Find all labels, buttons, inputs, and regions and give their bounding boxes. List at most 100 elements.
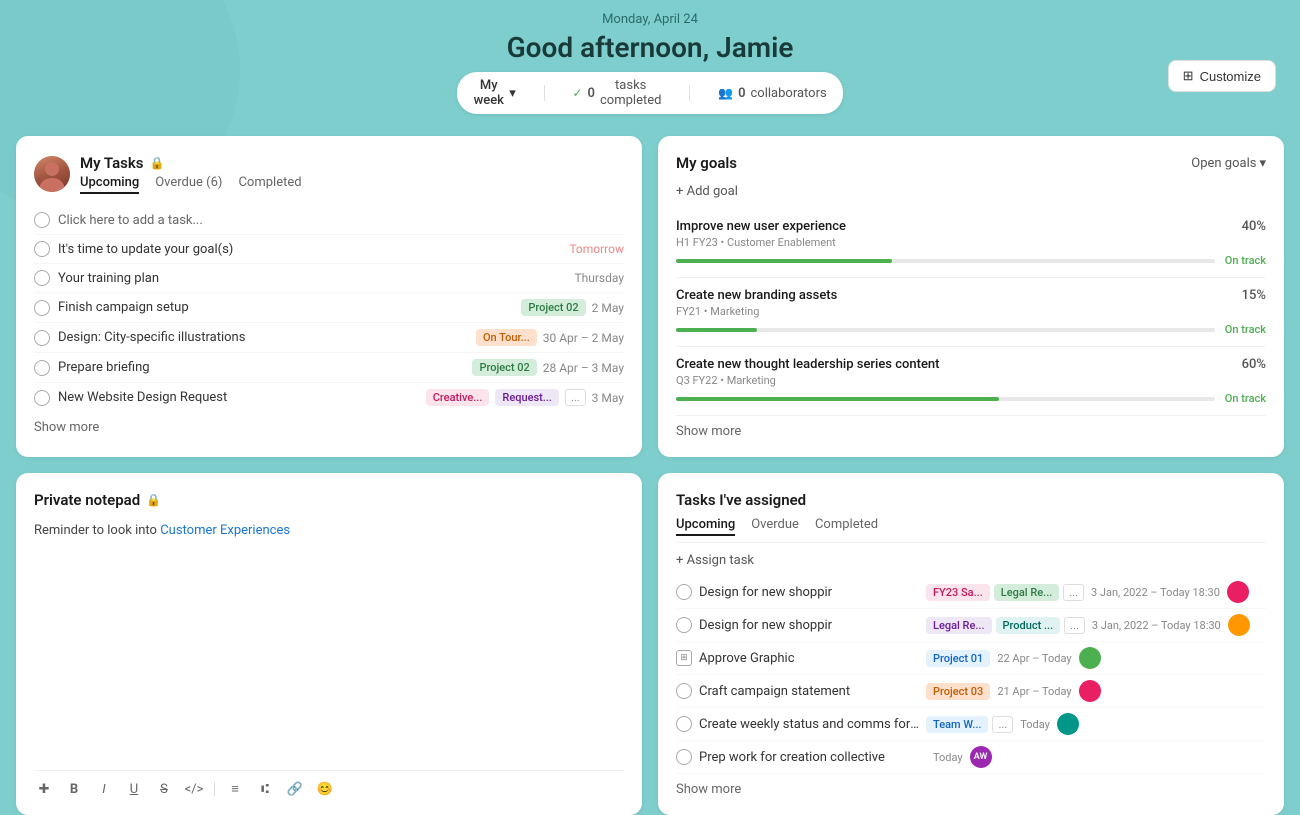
task-name-0: It's time to update your goal(s) [58,242,561,257]
more-tags-btn[interactable]: ... [565,389,586,406]
toolbar-underline[interactable]: U [124,782,144,797]
check-5[interactable] [34,390,50,406]
tag-legal0: Legal Re... [994,584,1060,601]
tab-completed[interactable]: Completed [238,175,301,194]
add-task-label[interactable]: Click here to add a task... [58,213,203,228]
more-btn-4[interactable]: ... [992,716,1013,733]
assigned-tab-upcoming[interactable]: Upcoming [676,517,735,536]
goal-top-2: Create new thought leadership series con… [676,357,1266,372]
assigned-check-4[interactable] [676,716,692,732]
more-btn-1[interactable]: ... [1064,617,1085,634]
goal-bar-fill-1 [676,328,757,332]
assigned-check-2[interactable]: ⊞ [676,650,692,666]
goal-sub-0: H1 FY23 • Customer Enablement [676,236,1266,249]
notepad-text-prefix: Reminder to look into [34,523,160,538]
assigned-name-3: Craft campaign statement [699,684,919,699]
goal-bar-row-2: On track [676,392,1266,405]
open-goals-btn[interactable]: Open goals ▾ [1191,156,1266,171]
task-date-4: 28 Apr – 3 May [543,361,624,375]
tag-ontour: On Tour... [476,329,537,346]
tag-project02: Project 02 [521,299,585,316]
check-3[interactable] [34,330,50,346]
assigned-check-5[interactable] [676,749,692,765]
toolbar-bold[interactable]: B [64,782,84,797]
task-meta-0: Tomorrow [569,242,624,256]
check-icon: ✓ [572,86,582,100]
task-name-1: Your training plan [58,271,566,286]
avatar-image [34,156,70,192]
toolbar-ordered-list[interactable]: ⑆ [255,782,275,797]
notepad-link[interactable]: Customer Experiences [160,523,290,538]
assigned-row-5: Prep work for creation collective Today … [676,741,1266,774]
week-pill: My week ▾ ✓ 0 tasks completed 👥 0 collab… [457,72,842,114]
my-tasks-card: My Tasks 🔒 Upcoming Overdue (6) Complete… [16,136,642,457]
notepad-toolbar: ✚ B I U S </> ≡ ⑆ 🔗 😊 [34,770,624,797]
tag-project02b: Project 02 [472,359,536,376]
toolbar-divider [214,782,215,796]
my-tasks-title: My Tasks 🔒 [80,154,624,172]
toolbar-italic[interactable]: I [94,782,114,797]
assigned-date-0: 3 Jan, 2022 – Today 18:30 [1091,586,1220,599]
week-label: My week [473,78,504,108]
notepad-lock-icon: 🔒 [146,493,161,507]
assigned-date-2: 22 Apr – Today [997,652,1071,665]
task-item: Design: City-specific illustrations On T… [34,323,624,353]
check-4[interactable] [34,360,50,376]
tab-overdue[interactable]: Overdue (6) [155,175,222,194]
user-avatar-5: AW [970,746,992,768]
tab-upcoming[interactable]: Upcoming [80,175,139,194]
assigned-name-5: Prep work for creation collective [699,750,919,765]
toolbar-code[interactable]: </> [184,782,204,797]
goal-status-1: On track [1225,323,1266,336]
user-avatar [34,156,70,192]
goal-bar-row-0: On track [676,254,1266,267]
check-2[interactable] [34,300,50,316]
assigned-check-0[interactable] [676,584,692,600]
chevron-down-icon: ▾ [509,86,516,101]
more-btn-0[interactable]: ... [1063,584,1084,601]
notepad-content[interactable]: Reminder to look into Customer Experienc… [34,521,624,758]
goal-top-0: Improve new user experience 40% [676,219,1266,234]
goal-item-0: Improve new user experience 40% H1 FY23 … [676,209,1266,278]
task-add-item[interactable]: Click here to add a task... [34,206,624,235]
divider2 [689,85,690,101]
assigned-check-1[interactable] [676,617,692,633]
toolbar-strike[interactable]: S [154,782,174,797]
toolbar-add[interactable]: ✚ [34,782,54,797]
toolbar-list[interactable]: ≡ [225,781,245,797]
assign-task-btn[interactable]: + Assign task [676,553,1266,568]
show-more-assigned[interactable]: Show more [676,782,1266,797]
task-item: New Website Design Request Creative... R… [34,383,624,412]
toolbar-link[interactable]: 🔗 [285,782,305,797]
task-item: Finish campaign setup Project 02 2 May [34,293,624,323]
assigned-tags-4: Team W... ... [926,716,1013,733]
assigned-tab-completed[interactable]: Completed [815,517,878,536]
my-tasks-header: My Tasks 🔒 Upcoming Overdue (6) Complete… [34,154,624,194]
goal-bar-fill-2 [676,397,999,401]
goal-name-2: Create new thought leadership series con… [676,357,940,372]
task-date-1: Thursday [574,271,624,285]
task-meta-2: Project 02 2 May [521,299,624,316]
goal-bar-bg-1 [676,328,1215,332]
toolbar-emoji[interactable]: 😊 [315,782,335,797]
user-avatar-1 [1228,614,1250,636]
goal-status-0: On track [1225,254,1266,267]
add-goal-btn[interactable]: + Add goal [676,184,1266,199]
people-icon: 👥 [718,86,733,100]
assigned-check-3[interactable] [676,683,692,699]
check-1[interactable] [34,270,50,286]
task-date-3: 30 Apr – 2 May [543,331,624,345]
assigned-tab-overdue[interactable]: Overdue [751,517,799,536]
my-tasks-title-area: My Tasks 🔒 Upcoming Overdue (6) Complete… [80,154,624,194]
goal-pct-2: 60% [1242,357,1266,372]
week-selector[interactable]: My week ▾ [473,78,516,108]
goal-bar-bg-0 [676,259,1215,263]
assigned-row-1: Design for new shoppir Legal Re... Produ… [676,609,1266,642]
show-more-tasks[interactable]: Show more [34,420,624,435]
notepad-title: Private notepad 🔒 [34,491,624,509]
chevron-down-icon-goals: ▾ [1259,156,1266,171]
show-more-goals[interactable]: Show more [676,424,1266,439]
header-greeting: Good afternoon, Jamie [0,31,1300,64]
check-0[interactable] [34,241,50,257]
my-goals-card: My goals Open goals ▾ + Add goal Improve… [658,136,1284,457]
